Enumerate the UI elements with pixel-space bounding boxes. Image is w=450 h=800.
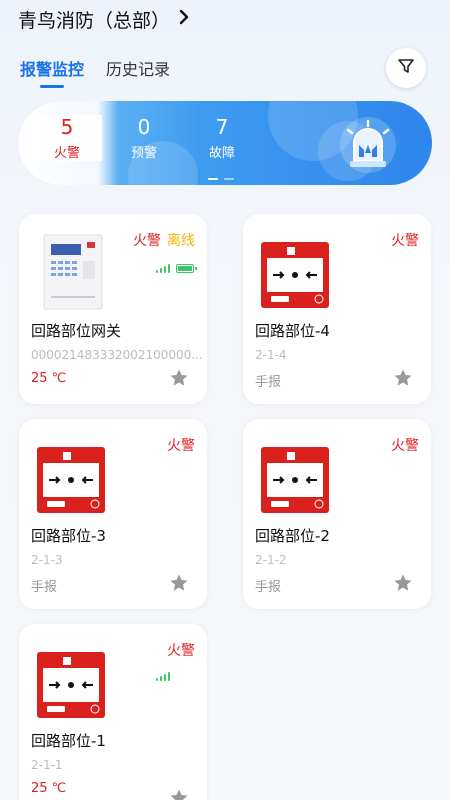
- device-card[interactable]: 火警 回路部位-4 2-1-4 手报: [243, 214, 431, 404]
- device-temperature: 25 ℃: [31, 781, 67, 796]
- banner-pager: [208, 178, 234, 180]
- device-card[interactable]: 火警 回路部位-2 2-1-2 手报: [243, 419, 431, 609]
- manual-call-point-image: [261, 242, 329, 308]
- device-status-badges: 火警: [391, 435, 419, 455]
- manual-call-point-image: [37, 652, 105, 718]
- device-name: 回路部位-2: [255, 527, 330, 545]
- device-status-badges: 火警: [391, 230, 419, 250]
- alarm-light-icon: [338, 115, 398, 175]
- device-serial: 000021483332002100000...: [31, 348, 203, 362]
- tab-bar: 报警监控 历史记录: [20, 56, 170, 88]
- page-title: 青鸟消防（总部）: [18, 9, 171, 32]
- stat-fault[interactable]: 7 故障: [187, 115, 257, 161]
- chevron-right-icon: [178, 9, 190, 30]
- device-status-badges: 火警: [167, 640, 195, 660]
- device-type: 手报: [255, 375, 282, 390]
- device-name: 回路部位-4: [255, 322, 330, 340]
- device-address: 2-1-2: [255, 553, 287, 567]
- manual-call-point-image: [37, 447, 105, 513]
- filter-icon: [397, 57, 415, 79]
- org-selector[interactable]: 青鸟消防（总部）: [18, 4, 190, 34]
- status-badge-offline: 离线: [167, 233, 195, 249]
- stat-fire-label: 火警: [53, 146, 80, 161]
- pager-dot-active: [208, 178, 218, 180]
- device-name: 回路部位网关: [31, 322, 122, 340]
- device-card[interactable]: 火警 回路部位-3 2-1-3 手报: [19, 419, 207, 609]
- favorite-star-icon[interactable]: [169, 788, 189, 800]
- device-address: 2-1-4: [255, 348, 287, 362]
- device-status-badges: 火警 离线: [133, 230, 195, 250]
- favorite-star-icon[interactable]: [169, 573, 189, 593]
- tab-history[interactable]: 历史记录: [106, 56, 170, 88]
- device-type: 手报: [255, 580, 282, 595]
- signal-strength-icon: [156, 672, 170, 681]
- signal-strength-icon: [156, 264, 170, 273]
- device-card[interactable]: 火警 回路部位-1 2-1-1 25 ℃: [19, 624, 207, 800]
- stat-fire[interactable]: 5 火警: [32, 115, 102, 161]
- tab-alarm-monitor[interactable]: 报警监控: [20, 56, 84, 88]
- device-address: 2-1-1: [31, 758, 63, 772]
- device-name: 回路部位-3: [31, 527, 106, 545]
- status-badge-fire: 火警: [133, 233, 161, 249]
- device-status-badges: 火警: [167, 435, 195, 455]
- status-badge-fire: 火警: [391, 233, 419, 249]
- status-badge-fire: 火警: [391, 438, 419, 454]
- device-name: 回路部位-1: [31, 732, 106, 750]
- favorite-star-icon[interactable]: [393, 573, 413, 593]
- stat-prewarning[interactable]: 0 预警: [109, 115, 179, 161]
- pager-dot: [224, 178, 234, 180]
- stat-fault-label: 故障: [208, 146, 235, 161]
- status-badge-fire: 火警: [167, 438, 195, 454]
- stat-prewarning-count: 0: [137, 115, 151, 139]
- stat-fault-count: 7: [215, 115, 229, 139]
- device-image-gateway: [43, 234, 103, 310]
- stat-prewarning-label: 预警: [130, 146, 157, 161]
- device-address: 2-1-3: [31, 553, 63, 567]
- filter-button[interactable]: [386, 48, 426, 88]
- device-type: 手报: [31, 580, 58, 595]
- device-card[interactable]: 火警 离线 回路部位网关 000021483332002100000... 25…: [19, 214, 207, 404]
- favorite-star-icon[interactable]: [169, 368, 189, 388]
- device-temperature: 25 ℃: [31, 371, 67, 386]
- stat-fire-count: 5: [60, 115, 74, 139]
- battery-icon: [176, 264, 197, 273]
- favorite-star-icon[interactable]: [393, 368, 413, 388]
- alarm-summary-banner: 5 火警 0 预警 7 故障: [18, 101, 432, 185]
- manual-call-point-image: [261, 447, 329, 513]
- status-badge-fire: 火警: [167, 643, 195, 659]
